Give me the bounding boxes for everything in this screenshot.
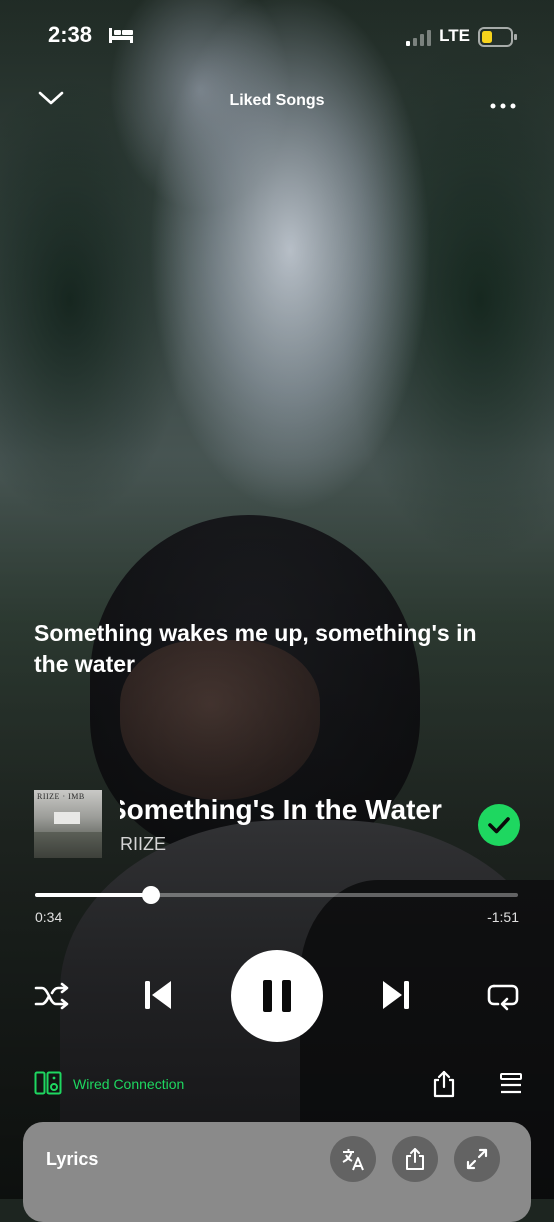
device-label: Wired Connection	[73, 1076, 185, 1092]
translate-icon	[342, 1149, 364, 1171]
signal-icon	[406, 30, 434, 51]
bed-icon	[108, 26, 134, 49]
lyrics-title: Lyrics	[46, 1149, 99, 1169]
player-header: Liked Songs	[0, 82, 554, 122]
more-icon[interactable]	[490, 96, 516, 114]
expand-button[interactable]	[454, 1136, 500, 1182]
pause-button[interactable]	[231, 950, 323, 1042]
playback-controls	[0, 950, 554, 1042]
queue-icon[interactable]	[499, 1072, 523, 1101]
progress-knob[interactable]	[141, 886, 160, 904]
next-icon[interactable]	[380, 978, 412, 1017]
check-icon	[488, 817, 510, 834]
lyrics-share-button[interactable]	[392, 1136, 438, 1182]
current-lyric-line: Something wakes me up, something's in th…	[34, 620, 477, 677]
expand-icon	[466, 1148, 488, 1170]
album-art[interactable]: RIIZE · IMB	[34, 790, 102, 858]
previous-icon[interactable]	[142, 978, 174, 1017]
album-art-text: RIIZE · IMB	[37, 792, 85, 801]
progress-fill	[35, 893, 151, 897]
progress-bar[interactable]	[35, 886, 518, 904]
device-selector[interactable]: Wired Connection	[34, 1071, 184, 1098]
status-time: 2:38	[48, 22, 93, 47]
liked-button[interactable]	[478, 804, 520, 846]
elapsed-time: 0:34	[35, 909, 63, 925]
track-artist[interactable]: RIIZE	[120, 834, 166, 855]
repeat-icon[interactable]	[486, 980, 520, 1017]
status-bar: 2:38 LTE	[0, 22, 554, 52]
share-icon[interactable]	[432, 1070, 456, 1103]
now-playing-track: RIIZE · IMB Something's In the Water RII…	[34, 790, 524, 860]
speaker-icon	[34, 1071, 62, 1095]
share-icon	[406, 1148, 424, 1170]
playlist-title: Liked Songs	[229, 92, 325, 109]
remaining-time: -1:51	[487, 909, 519, 925]
network-label: LTE	[439, 26, 470, 45]
lyrics-card[interactable]: Lyrics	[23, 1122, 531, 1222]
track-title[interactable]: Something's In the Water	[120, 794, 450, 826]
battery-icon	[478, 27, 518, 52]
pause-icon	[263, 980, 291, 1012]
translate-button[interactable]	[330, 1136, 376, 1182]
shuffle-icon[interactable]	[34, 980, 70, 1017]
